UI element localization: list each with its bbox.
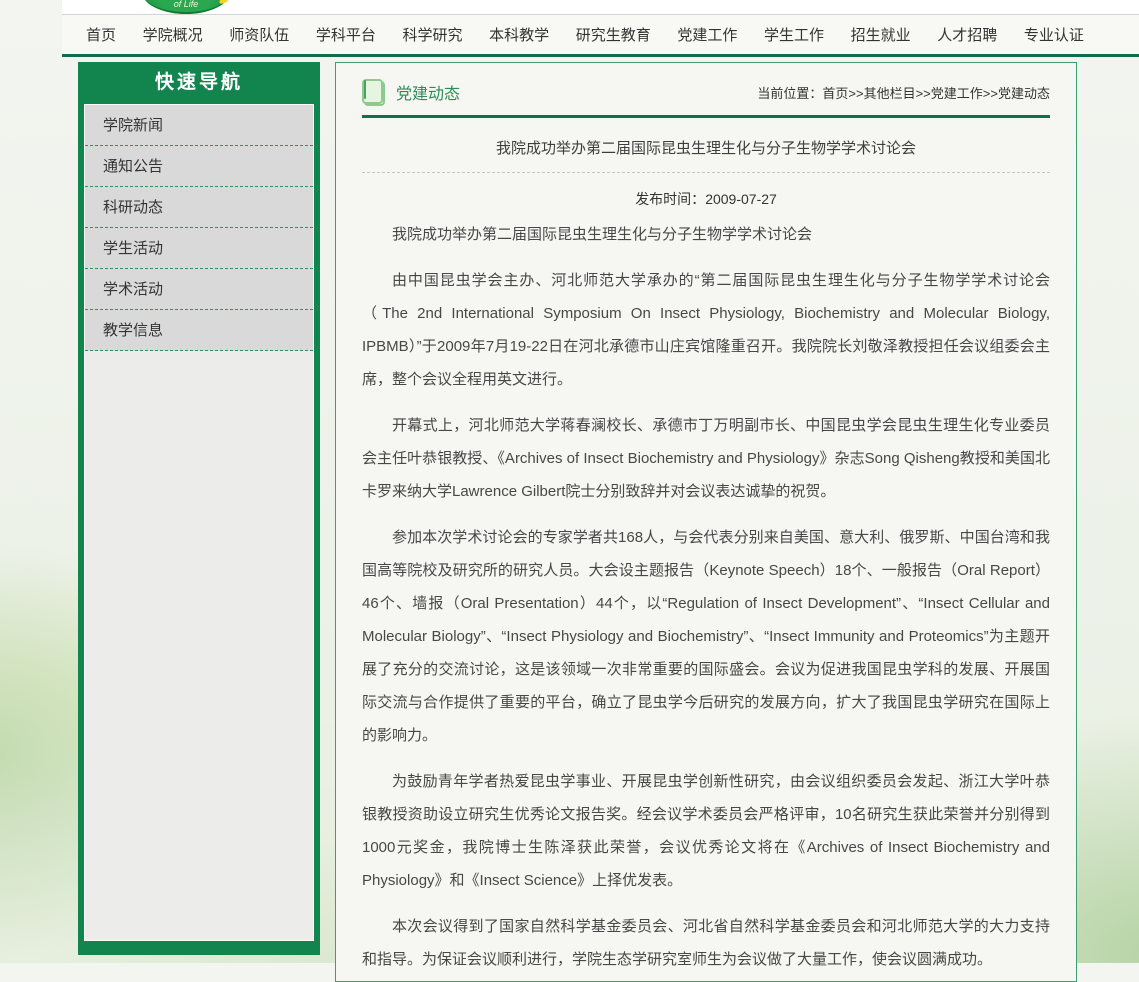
- breadcrumb-label: 当前位置：: [757, 86, 822, 101]
- nav-item[interactable]: 专业认证: [1024, 24, 1084, 45]
- document-stack-icon: [362, 79, 385, 106]
- breadcrumb-link[interactable]: 首页: [822, 86, 848, 101]
- breadcrumb: 当前位置：首页>>其他栏目>>党建工作>>党建动态: [757, 83, 1050, 102]
- dashed-divider: [362, 172, 1050, 173]
- nav-item[interactable]: 学科平台: [316, 24, 376, 45]
- breadcrumb-separator: >>: [848, 86, 863, 101]
- sidebar-item[interactable]: 学院新闻: [85, 105, 313, 146]
- site-header: of Life: [62, 0, 1139, 15]
- article-body: 我院成功举办第二届国际昆虫生理生化与分子生物学学术讨论会由中国昆虫学会主办、河北…: [362, 218, 1050, 976]
- nav-item[interactable]: 学院概况: [143, 24, 203, 45]
- sidebar-item[interactable]: 学生活动: [85, 228, 313, 269]
- logo-accent: [218, 0, 229, 5]
- main-nav: 首页 学院概况 师资队伍 学科平台 科学研究 本科教学 研究生教育 党建工作 学生工作 招生就业 人…: [62, 15, 1139, 57]
- header-divider: [362, 115, 1050, 118]
- publish-date: 发布时间：2009-07-27: [362, 189, 1050, 209]
- breadcrumb-separator: >>: [916, 86, 931, 101]
- article-paragraph: 为鼓励青年学者热爱昆虫学事业、开展昆虫学创新性研究，由会议组织委员会发起、浙江大…: [362, 765, 1050, 897]
- quick-nav-sidebar: 快速导航 学院新闻通知公告科研动态学生活动学术活动教学信息: [78, 62, 320, 955]
- site-logo[interactable]: of Life: [142, 0, 230, 14]
- nav-item[interactable]: 研究生教育: [576, 24, 651, 45]
- publish-label: 发布时间：: [635, 191, 705, 207]
- quick-nav-list: 学院新闻通知公告科研动态学生活动学术活动教学信息: [84, 104, 314, 941]
- nav-item[interactable]: 学生工作: [764, 24, 824, 45]
- nav-item[interactable]: 人才招聘: [937, 24, 997, 45]
- breadcrumb-link[interactable]: 其他栏目: [864, 86, 916, 101]
- section-header: 党建动态: [362, 79, 460, 106]
- breadcrumb-link[interactable]: 党建工作: [931, 86, 983, 101]
- section-title[interactable]: 党建动态: [396, 80, 460, 104]
- document-stack-icon-front: [362, 79, 383, 104]
- publish-value: 2009-07-27: [705, 191, 777, 207]
- breadcrumb-link[interactable]: 党建动态: [998, 86, 1050, 101]
- nav-item[interactable]: 科学研究: [403, 24, 463, 45]
- article-paragraph: 本次会议得到了国家自然科学基金委员会、河北省自然科学基金委员会和河北师范大学的大…: [362, 910, 1050, 976]
- breadcrumb-separator: >>: [983, 86, 998, 101]
- article-paragraph: 开幕式上，河北师范大学蒋春澜校长、承德市丁万明副市长、中国昆虫学会昆虫生理生化专…: [362, 409, 1050, 508]
- sidebar-item[interactable]: 科研动态: [85, 187, 313, 228]
- nav-item[interactable]: 首页: [86, 24, 116, 45]
- nav-item[interactable]: 师资队伍: [229, 24, 289, 45]
- article-title: 我院成功举办第二届国际昆虫生理生化与分子生物学学术讨论会: [362, 137, 1050, 158]
- content-panel: 党建动态 当前位置：首页>>其他栏目>>党建工作>>党建动态 我院成功举办第二届…: [335, 62, 1077, 982]
- sidebar-item[interactable]: 学术活动: [85, 269, 313, 310]
- nav-item[interactable]: 招生就业: [851, 24, 911, 45]
- document-stack-icon-glyph: [364, 80, 366, 99]
- nav-item[interactable]: 本科教学: [489, 24, 549, 45]
- article-paragraph: 参加本次学术讨论会的专家学者共168人，与会代表分别来自美国、意大利、俄罗斯、中…: [362, 521, 1050, 752]
- quick-nav-title: 快速导航: [84, 62, 314, 104]
- article-paragraph: 我院成功举办第二届国际昆虫生理生化与分子生物学学术讨论会: [362, 218, 1050, 251]
- nav-item[interactable]: 党建工作: [677, 24, 737, 45]
- breadcrumb-path: 首页>>其他栏目>>党建工作>>党建动态: [822, 86, 1050, 101]
- logo-text: of Life: [174, 0, 199, 9]
- sidebar-item[interactable]: 通知公告: [85, 146, 313, 187]
- sidebar-item[interactable]: 教学信息: [85, 310, 313, 351]
- content-header: 党建动态 当前位置：首页>>其他栏目>>党建工作>>党建动态: [362, 75, 1050, 109]
- article-paragraph: 由中国昆虫学会主办、河北师范大学承办的“第二届国际昆虫生理生化与分子生物学学术讨…: [362, 264, 1050, 396]
